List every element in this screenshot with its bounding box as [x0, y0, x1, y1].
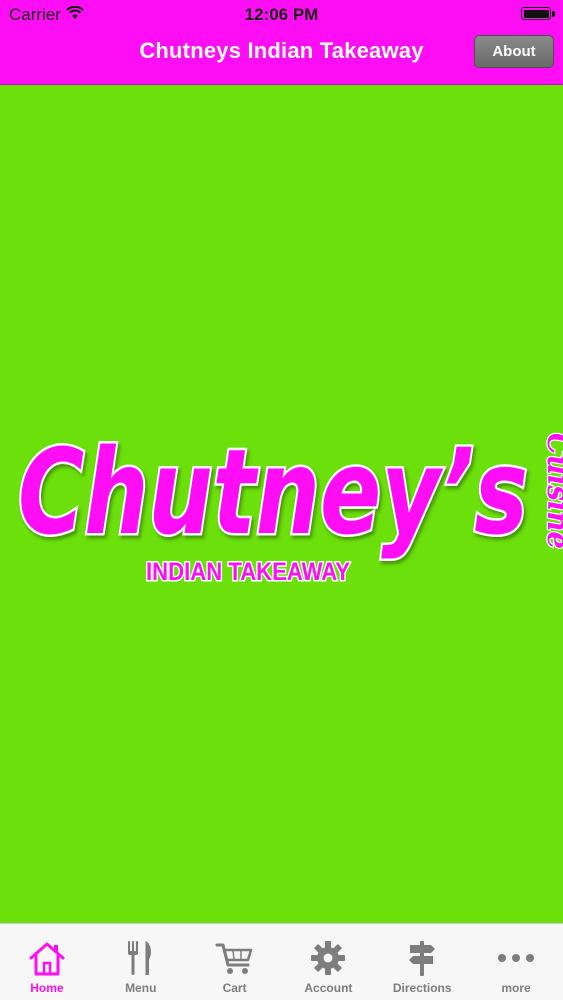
signpost-icon: [409, 941, 436, 976]
tab-directions[interactable]: Directions: [375, 924, 469, 1000]
tab-more-label: more: [501, 981, 531, 995]
tab-menu[interactable]: Menu: [94, 924, 188, 1000]
app-screen: Carrier 12:06 PM Chutneys Indian Takeawa…: [0, 0, 563, 1000]
battery-icon: [521, 7, 551, 20]
fork-knife-icon: [127, 941, 151, 975]
cart-icon: [215, 943, 252, 974]
tab-account[interactable]: Account: [281, 924, 375, 1000]
status-time: 12:06 PM: [244, 5, 319, 24]
logo-name: Chutney’s: [18, 423, 528, 561]
about-button[interactable]: About: [474, 35, 554, 68]
main-content: Chutney’s Cuisine INDIAN TAKEAWAY: [0, 85, 563, 923]
gear-icon: [311, 941, 346, 975]
tab-account-label: Account: [304, 981, 353, 995]
tab-bar: Home Menu Cart Account Directions more: [0, 923, 563, 1000]
tab-home[interactable]: Home: [0, 924, 94, 1000]
tab-more[interactable]: more: [469, 924, 563, 1000]
header: Carrier 12:06 PM Chutneys Indian Takeawa…: [0, 0, 563, 85]
logo-script: Cuisine: [540, 433, 563, 549]
home-icon: [29, 942, 65, 976]
tab-cart[interactable]: Cart: [188, 924, 282, 1000]
tab-menu-label: Menu: [125, 981, 157, 995]
logo-tagline: INDIAN TAKEAWAY: [146, 558, 350, 586]
restaurant-logo: Chutney’s Cuisine INDIAN TAKEAWAY: [16, 421, 563, 588]
tab-cart-label: Cart: [222, 981, 247, 995]
status-bar: Carrier 12:06 PM: [0, 0, 563, 30]
more-dots-icon: [498, 954, 535, 962]
battery-nub: [552, 11, 555, 17]
tab-home-label: Home: [30, 981, 64, 995]
tab-directions-label: Directions: [392, 981, 452, 995]
